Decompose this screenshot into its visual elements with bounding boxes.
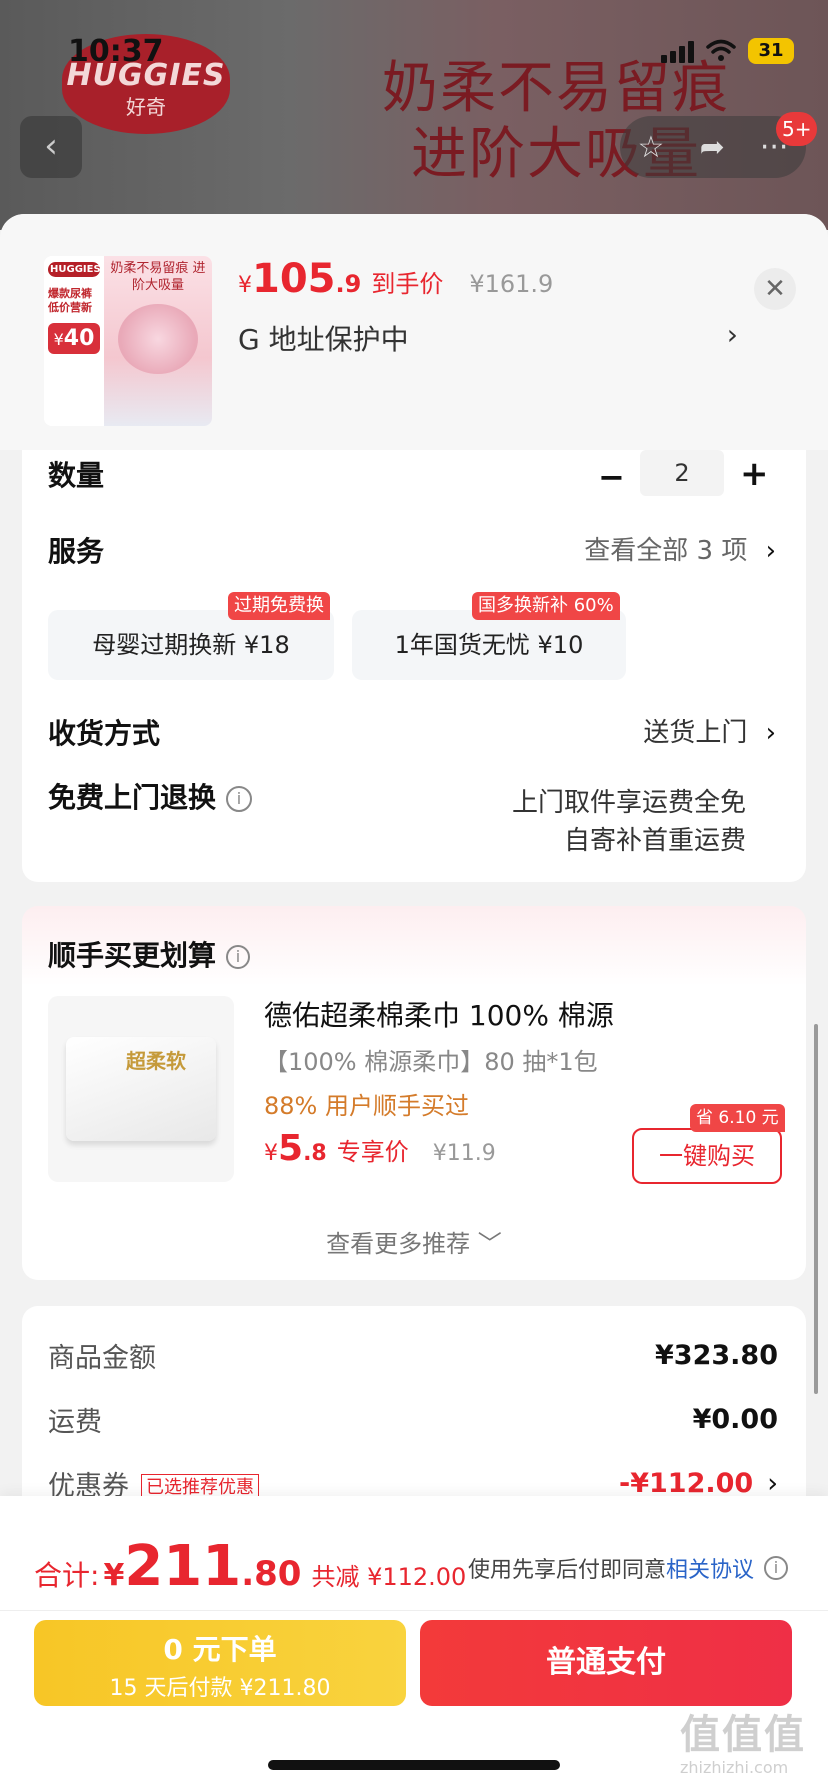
recommend-card: 顺手买更划算 i 超柔软 德佑超柔棉柔巾 100% 棉源 【100% 棉源柔巾】8… bbox=[22, 906, 806, 1280]
recommend-buyers: 88% 用户顺手买过 bbox=[264, 1092, 469, 1120]
service-option-2[interactable]: 1年国货无忧 ¥10 bbox=[352, 610, 626, 680]
qty-label: 数量 bbox=[48, 459, 105, 492]
info-icon[interactable]: i bbox=[226, 786, 253, 812]
slogan-line-1: 奶柔不易留痕 bbox=[382, 56, 730, 121]
more-recommend-link[interactable]: 查看更多推荐 ﹀ bbox=[22, 1224, 806, 1259]
return-label: 免费上门退换 i bbox=[48, 776, 253, 816]
goods-amount-row: 商品金额 ¥323.80 bbox=[48, 1340, 778, 1374]
close-button[interactable]: ✕ bbox=[754, 268, 796, 310]
brand-name-cn: 好奇 bbox=[126, 95, 166, 119]
chevron-right-icon: › bbox=[765, 536, 776, 566]
thumb-coupon: ¥40 bbox=[48, 323, 100, 354]
total-price: 合计: ¥ 211 .80 共减 ¥112.00 bbox=[34, 1534, 467, 1599]
close-icon: ✕ bbox=[764, 274, 786, 304]
recommend-spec: 【100% 棉源柔巾】80 抽*1包 bbox=[264, 1048, 598, 1076]
options-card: 数量 − 2 + 服务 查看全部 3 项 › 母婴过期换新 ¥18 过期免费换 … bbox=[22, 450, 806, 882]
qty-input[interactable]: 2 bbox=[640, 450, 724, 496]
shipping-label: 收货方式 bbox=[48, 717, 161, 750]
product-price: ¥ 105 .9 到手价 ¥161.9 bbox=[238, 256, 554, 302]
checkout-footer: 合计: ¥ 211 .80 共减 ¥112.00 使用先享后付即同意 相关协议 … bbox=[0, 1496, 828, 1792]
message-badge: 5+ bbox=[776, 112, 818, 146]
product-thumbnail[interactable]: HUGGIES 爆款尿裤 低价营新 ¥40 奶柔不易留痕 进阶大吸量 bbox=[44, 256, 212, 426]
recommend-image[interactable]: 超柔软 bbox=[48, 996, 234, 1182]
freight-row: 运费 ¥0.00 bbox=[48, 1404, 778, 1438]
thumb-title: 奶柔不易留痕 进阶大吸量 bbox=[110, 261, 206, 293]
info-icon[interactable]: i bbox=[226, 945, 251, 969]
divider bbox=[0, 1610, 828, 1611]
address-row[interactable]: G 地址保护中 › bbox=[238, 318, 738, 358]
service-option-1[interactable]: 母婴过期换新 ¥18 bbox=[48, 610, 334, 680]
status-icons: 31 bbox=[661, 38, 794, 64]
agreement-link[interactable]: 相关协议 bbox=[666, 1552, 754, 1584]
shipping-method[interactable]: 送货上门 › bbox=[643, 712, 776, 749]
service-tag-1: 过期免费换 bbox=[228, 592, 330, 620]
return-info: 上门取件享运费全免 自寄补首重运费 bbox=[511, 788, 746, 856]
total-discount: 共减 ¥112.00 bbox=[311, 1563, 467, 1591]
qty-minus-button[interactable]: − bbox=[598, 458, 625, 496]
address-text: G 地址保护中 bbox=[238, 323, 409, 356]
service-tag-2: 国多换新补 60% bbox=[472, 592, 620, 620]
thumb-text: 爆款尿裤 低价营新 bbox=[48, 287, 92, 314]
star-icon[interactable]: ☆ bbox=[638, 130, 665, 165]
chevron-right-icon: › bbox=[767, 1468, 778, 1499]
original-price: ¥161.9 bbox=[469, 270, 554, 298]
status-time: 10:37 bbox=[68, 34, 164, 69]
chevron-right-icon: › bbox=[726, 318, 738, 351]
pay-later-button[interactable]: 0 元下单 15 天后付款 ¥211.80 bbox=[34, 1620, 406, 1706]
chevron-right-icon: › bbox=[765, 718, 776, 748]
one-click-buy-button[interactable]: 一键购买 bbox=[632, 1128, 782, 1184]
info-icon[interactable]: i bbox=[764, 1556, 788, 1580]
scrollbar[interactable] bbox=[814, 1024, 818, 1394]
service-view-all[interactable]: 查看全部 3 项 › bbox=[584, 530, 776, 567]
signal-icon bbox=[661, 39, 694, 63]
tissue-pack-image: 超柔软 bbox=[66, 1037, 216, 1141]
recommend-name[interactable]: 德佑超柔棉柔巾 100% 棉源 bbox=[264, 994, 614, 1034]
battery-icon: 31 bbox=[748, 38, 794, 64]
thumb-brand: HUGGIES bbox=[48, 262, 101, 277]
watermark: 值值值 bbox=[680, 1712, 806, 1758]
share-icon[interactable]: ➦ bbox=[700, 130, 725, 165]
pay-button[interactable]: 普通支付 bbox=[420, 1620, 792, 1706]
thumb-image bbox=[118, 304, 198, 374]
agreement-text: 使用先享后付即同意 相关协议 i bbox=[468, 1552, 788, 1584]
recommend-price: ¥ 5 .8 专享价 ¥11.9 bbox=[264, 1128, 496, 1169]
save-tag: 省 6.10 元 bbox=[690, 1104, 785, 1132]
watermark-url: zhizhizhi.com bbox=[680, 1758, 789, 1777]
qty-plus-button[interactable]: + bbox=[740, 454, 769, 494]
service-label: 服务 bbox=[48, 535, 105, 568]
product-header: HUGGIES 爆款尿裤 低价营新 ¥40 奶柔不易留痕 进阶大吸量 ¥ 105… bbox=[0, 214, 828, 450]
wifi-icon bbox=[706, 39, 736, 61]
recommend-title: 顺手买更划算 i bbox=[48, 934, 251, 974]
chevron-left-icon: ‹ bbox=[44, 126, 58, 166]
back-button[interactable]: ‹ bbox=[20, 116, 82, 178]
home-indicator[interactable] bbox=[268, 1760, 560, 1770]
